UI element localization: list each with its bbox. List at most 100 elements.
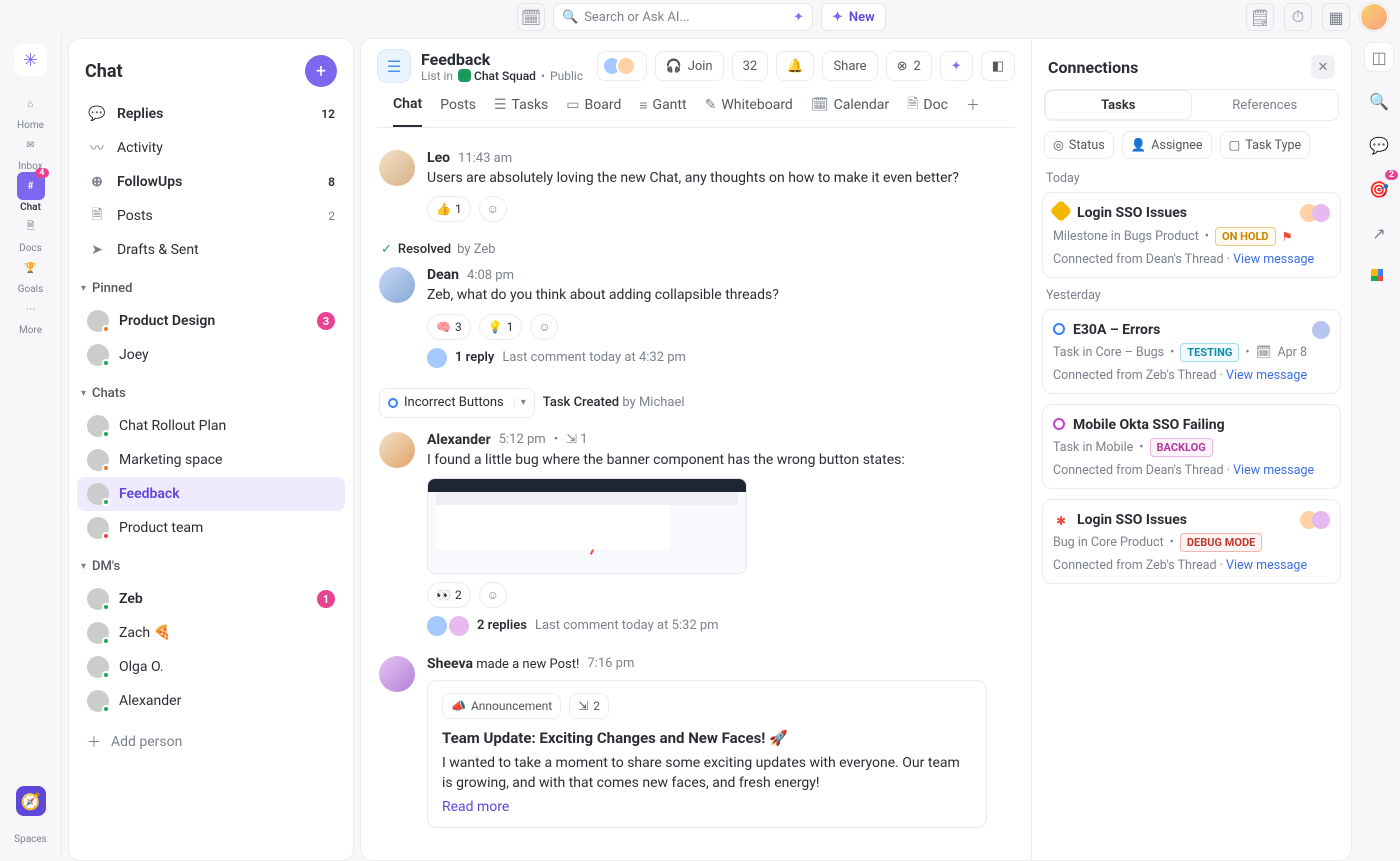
sidebar-item-product-team[interactable]: Product team bbox=[77, 511, 345, 545]
sidebar-row-activity[interactable]: 〰 Activity bbox=[77, 131, 345, 165]
sidebar-row-drafts-sent[interactable]: ➤ Drafts & Sent bbox=[77, 233, 345, 267]
avatar bbox=[87, 415, 109, 437]
chevron-down-icon: ▾ bbox=[81, 283, 86, 294]
read-more-link[interactable]: Read more bbox=[442, 799, 509, 815]
message: Dean4:08 pm Zeb, what do you think about… bbox=[379, 257, 1013, 377]
sidebar-group-pinned[interactable]: ▾Pinned bbox=[69, 271, 353, 300]
rail-item-home[interactable]: ⌂ Home bbox=[7, 90, 55, 131]
sidebar-item-marketing-space[interactable]: Marketing space bbox=[77, 443, 345, 477]
connections-tab-tasks[interactable]: Tasks bbox=[1045, 90, 1192, 120]
apps-colorgrid-button[interactable] bbox=[1364, 262, 1394, 292]
avatar bbox=[87, 690, 109, 712]
view-message-link[interactable]: View message bbox=[1233, 252, 1314, 267]
filter-assignee[interactable]: 👤Assignee bbox=[1122, 131, 1212, 159]
add-reaction-button[interactable]: ☺ bbox=[479, 196, 507, 222]
link-button[interactable]: ↗ bbox=[1364, 218, 1394, 248]
reaction[interactable]: 👀2 bbox=[427, 582, 471, 608]
chevron-down-icon[interactable]: ▾ bbox=[514, 397, 526, 408]
tab-posts[interactable]: Posts bbox=[440, 93, 476, 127]
search-button[interactable]: 🔍 bbox=[1364, 86, 1394, 116]
sidebar-item-alexander[interactable]: Alexander bbox=[77, 684, 345, 718]
image-attachment[interactable] bbox=[427, 478, 747, 574]
calendar-icon-button[interactable]: 🗓 bbox=[517, 3, 545, 31]
tab-gantt[interactable]: ≡Gantt bbox=[639, 93, 686, 127]
thread-summary[interactable]: 2 replies Last comment today at 5:32 pm bbox=[427, 616, 1013, 636]
view-message-link[interactable]: View message bbox=[1226, 368, 1307, 383]
rail-item-inbox[interactable]: ✉ Inbox bbox=[7, 131, 55, 172]
announcement-tag[interactable]: 📣Announcement bbox=[442, 693, 561, 719]
close-connections-button[interactable]: ✕ bbox=[1311, 55, 1335, 79]
panel-toggle-button[interactable]: ◧ bbox=[981, 51, 1015, 81]
rail-item-goals[interactable]: 🏆 Goals bbox=[7, 254, 55, 295]
rail-item-more[interactable]: ⋯ More bbox=[7, 295, 55, 336]
tab-whiteboard[interactable]: ✎Whiteboard bbox=[705, 93, 793, 127]
share-button[interactable]: Share bbox=[822, 51, 877, 81]
avatar bbox=[379, 656, 415, 692]
sidebar-row-replies[interactable]: 💬 Replies 12 bbox=[77, 97, 345, 131]
timer-icon-button[interactable]: ⏱ bbox=[1284, 3, 1312, 31]
sidebar-item-zeb[interactable]: Zeb 1 bbox=[77, 582, 345, 616]
sidebar-item-chat-rollout-plan[interactable]: Chat Rollout Plan bbox=[77, 409, 345, 443]
attachments-count[interactable]: ⇲2 bbox=[569, 693, 609, 719]
apps-grid-icon-button[interactable]: ▦ bbox=[1322, 3, 1350, 31]
spaces-button[interactable]: 🧭 bbox=[16, 786, 46, 816]
new-chat-button[interactable]: + bbox=[305, 55, 337, 87]
rail-item-docs[interactable]: 🗎 Docs bbox=[7, 213, 55, 254]
reaction[interactable]: 👍1 bbox=[427, 196, 471, 222]
right-mini-rail: ◫ 🔍 💬 🎯2 ↗ bbox=[1358, 34, 1400, 857]
tab-chat[interactable]: Chat bbox=[393, 93, 422, 127]
connections-tab-references[interactable]: References bbox=[1192, 90, 1339, 120]
reaction[interactable]: 🧠3 bbox=[427, 314, 471, 340]
connection-card[interactable]: E30A – Errors Task in Core – Bugs• TESTI… bbox=[1042, 309, 1341, 394]
sidebar-item-product-design[interactable]: Product Design 3 bbox=[77, 304, 345, 338]
tab-board[interactable]: ▭Board bbox=[566, 93, 621, 127]
sidebar-item-olga-o-[interactable]: Olga O. bbox=[77, 650, 345, 684]
clipboard-icon-button[interactable]: 🗒 bbox=[1246, 3, 1274, 31]
join-button[interactable]: 🎧 Join bbox=[655, 51, 724, 81]
author-name[interactable]: Leo bbox=[427, 150, 450, 166]
sidebar-row-posts[interactable]: 🗎 Posts 2 bbox=[77, 199, 345, 233]
headphones-icon: 🎧 bbox=[666, 59, 682, 74]
filter-status[interactable]: ◎Status bbox=[1044, 131, 1114, 159]
global-search-input[interactable]: 🔍 Search or Ask AI... ✦ bbox=[553, 3, 813, 31]
tab-tasks[interactable]: ☰Tasks bbox=[494, 93, 548, 127]
sidebar-item-feedback[interactable]: Feedback bbox=[77, 477, 345, 511]
panel-layout-button[interactable]: ◫ bbox=[1364, 42, 1394, 72]
sidebar-item-joey[interactable]: Joey bbox=[77, 338, 345, 372]
sidebar-item-zach-[interactable]: Zach 🍕 bbox=[77, 616, 345, 650]
ai-chip[interactable]: ✦ bbox=[940, 51, 973, 81]
author-name[interactable]: Dean bbox=[427, 267, 459, 283]
comments-button[interactable]: 💬 bbox=[1364, 130, 1394, 160]
left-rail: ✳ ⌂ Home ✉ Inbox # Chat 4🗎 Docs 🏆 Goals … bbox=[0, 34, 62, 857]
add-reaction-button[interactable]: ☺ bbox=[479, 582, 507, 608]
activity-target-button[interactable]: 🎯2 bbox=[1364, 174, 1394, 204]
sidebar-group-chats[interactable]: ▾Chats bbox=[69, 376, 353, 405]
people-chip[interactable]: ⊗ 2 bbox=[886, 51, 932, 81]
view-message-link[interactable]: View message bbox=[1233, 463, 1314, 478]
reaction[interactable]: 💡1 bbox=[479, 314, 523, 340]
author-name[interactable]: Alexander bbox=[427, 432, 491, 448]
tab-doc[interactable]: 🗎Doc bbox=[907, 93, 948, 127]
sidebar-row-followups[interactable]: ⊕ FollowUps 8 bbox=[77, 165, 345, 199]
rail-item-chat[interactable]: # Chat 4 bbox=[7, 172, 55, 213]
task-chip[interactable]: Incorrect Buttons ▾ bbox=[379, 388, 535, 418]
members-avatars-chip[interactable] bbox=[597, 51, 647, 81]
add-view-button[interactable]: ＋ bbox=[966, 93, 980, 127]
tab-calendar[interactable]: 🗓Calendar bbox=[811, 93, 889, 127]
connection-card[interactable]: Login SSO Issues Milestone in Bugs Produ… bbox=[1042, 192, 1341, 278]
app-logo[interactable]: ✳ bbox=[15, 44, 47, 76]
add-person-button[interactable]: ＋ Add person bbox=[77, 726, 345, 758]
current-user-avatar[interactable] bbox=[1360, 3, 1388, 31]
view-message-link[interactable]: View message bbox=[1226, 558, 1307, 573]
new-button[interactable]: ✦ New bbox=[821, 3, 886, 31]
message-feed[interactable]: Leo11:43 am Users are absolutely loving … bbox=[361, 128, 1031, 860]
thread-summary[interactable]: 1 reply Last comment today at 4:32 pm bbox=[427, 348, 1013, 368]
filter-task-type[interactable]: ▢Task Type bbox=[1220, 131, 1311, 159]
connection-card[interactable]: Mobile Okta SSO Failing Task in Mobile• … bbox=[1042, 404, 1341, 489]
post-card[interactable]: 📣Announcement ⇲2 Team Update: Exciting C… bbox=[427, 680, 987, 829]
notifications-button[interactable]: 🔔 bbox=[776, 51, 814, 81]
member-count-chip[interactable]: 32 bbox=[732, 51, 769, 81]
sidebar-group-dm-s[interactable]: ▾DM's bbox=[69, 549, 353, 578]
add-reaction-button[interactable]: ☺ bbox=[530, 314, 558, 340]
connection-card[interactable]: ✱ Login SSO Issues Bug in Core Product• … bbox=[1042, 499, 1341, 584]
